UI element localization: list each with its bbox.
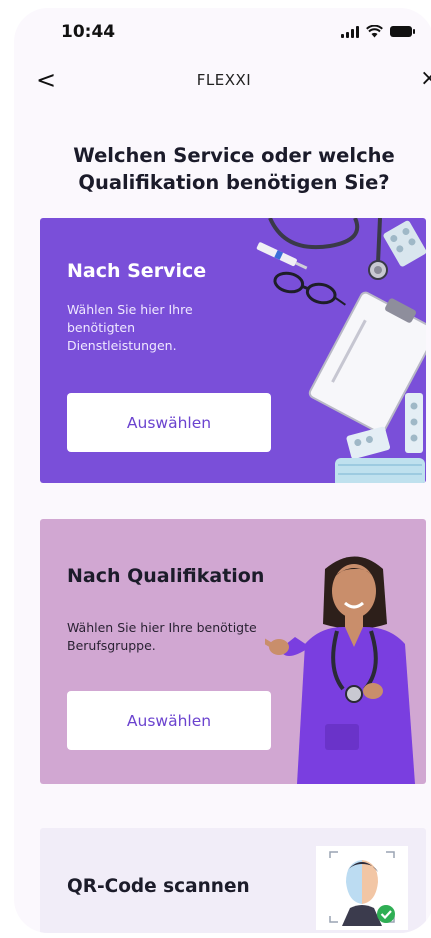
wifi-icon <box>366 25 383 38</box>
signal-icon <box>341 25 359 38</box>
question-heading: Welchen Service oder welche Qualifikatio… <box>73 144 395 194</box>
qr-scan-card[interactable]: QR-Code scannen <box>40 828 426 933</box>
service-card[interactable]: Nach Service Wählen Sie hier Ihre benöti… <box>40 218 426 483</box>
nurse-illustration <box>265 556 415 784</box>
qualification-card-title: Nach Qualifikation <box>67 565 265 587</box>
status-icons <box>341 25 415 38</box>
page-title: FLEXXI <box>196 71 252 89</box>
select-service-button[interactable]: Auswählen <box>67 393 271 452</box>
service-card-description: Wählen Sie hier Ihre benötigten Dienstle… <box>67 302 193 353</box>
status-time: 10:44 <box>61 22 116 42</box>
phone-screen: 10:44 < FLEXXI × Welchen Service oder we… <box>14 8 431 933</box>
battery-icon <box>390 26 415 37</box>
qualification-card-description: Wählen Sie hier Ihre benötigte Berufsgru… <box>67 620 257 653</box>
face-scan-icon <box>316 846 408 930</box>
select-qualification-button[interactable]: Auswählen <box>67 691 271 750</box>
qualification-card[interactable]: Nach Qualifikation Wählen Sie hier Ihre … <box>40 519 426 784</box>
close-button[interactable]: × <box>420 66 431 91</box>
qr-card-title: QR-Code scannen <box>67 876 250 897</box>
service-card-title: Nach Service <box>67 260 207 282</box>
